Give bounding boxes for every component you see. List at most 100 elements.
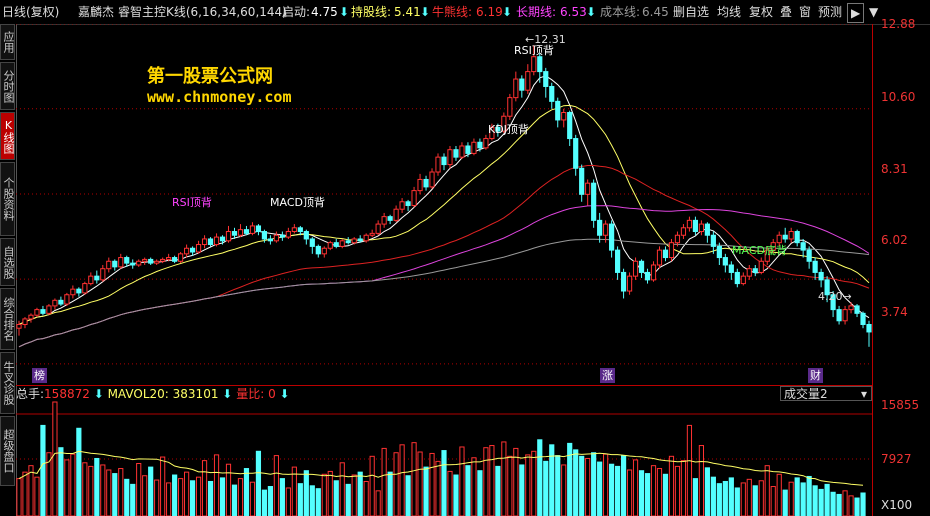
candle-body <box>201 238 208 246</box>
kline-chart[interactable] <box>16 24 872 516</box>
volume-bar <box>52 401 58 516</box>
volume-bar <box>770 486 776 516</box>
volume-bar <box>231 484 238 516</box>
event-mark-mid[interactable]: 涨 <box>600 368 615 383</box>
candle-body <box>698 223 704 233</box>
ratio-value: 0 <box>268 387 276 401</box>
adjust-button[interactable]: 复权 <box>746 3 776 21</box>
volume-bar <box>585 457 591 516</box>
candle-body <box>597 219 603 236</box>
candle-body <box>423 178 429 188</box>
nav-arrow-icon[interactable]: ▶ <box>847 3 865 23</box>
candle-body <box>626 275 633 292</box>
volume-bar <box>16 478 22 516</box>
candle-body <box>668 242 675 259</box>
total-label: 总手: <box>16 387 45 401</box>
overlay-button[interactable]: 叠 <box>777 3 795 21</box>
ma-line-6 <box>18 75 870 325</box>
candle-body <box>477 141 483 149</box>
volume-bar <box>668 455 675 516</box>
long-arrow-icon: ⬇ <box>586 5 597 19</box>
volume-bar <box>76 427 82 516</box>
volume-bar <box>746 478 752 516</box>
event-mark-right[interactable]: 财 <box>808 368 823 383</box>
candle-body <box>483 138 489 149</box>
start-label: 启动: <box>282 5 311 19</box>
volume-bar <box>656 468 663 516</box>
tab-stock-profile[interactable]: 个股资料 <box>0 162 15 236</box>
candle-body <box>567 112 573 140</box>
volume-bar <box>842 490 848 516</box>
del-watchlist-button[interactable]: 删自选 <box>670 3 712 21</box>
ma-button[interactable]: 均线 <box>714 3 744 21</box>
candle-body <box>417 178 423 192</box>
price-axis: 12.88 10.60 8.31 6.02 3.74 15855 7927 X1… <box>872 17 930 516</box>
candle-body <box>752 268 758 273</box>
volume-tick: 7927 <box>881 452 912 466</box>
candle-body <box>381 216 387 225</box>
candle-body <box>285 231 291 238</box>
candle-body <box>106 260 112 270</box>
candle-body <box>836 309 842 322</box>
window-button[interactable]: 窗 <box>796 3 814 21</box>
candle-body <box>291 227 297 233</box>
tab-intraday[interactable]: 分时图 <box>0 62 15 110</box>
volume-bar <box>758 480 764 516</box>
candle-body <box>94 275 100 281</box>
ratio-arrow-icon: ⬇ <box>279 387 290 401</box>
tab-kline[interactable]: K线图 <box>0 112 15 160</box>
candle-body <box>46 305 52 314</box>
candle-body <box>207 238 214 246</box>
bull-label: 牛熊线: <box>432 5 473 19</box>
tab-diagnosis[interactable]: 牛叉诊股 <box>0 352 15 414</box>
candle-body <box>303 231 309 240</box>
start-arrow-icon: ⬇ <box>339 5 350 19</box>
event-mark-left[interactable]: 榜 <box>32 368 47 383</box>
candle-body <box>88 275 94 285</box>
volume-bar <box>423 466 429 516</box>
volume-bar <box>800 482 806 516</box>
hold-label: 持股线: <box>351 5 392 19</box>
candle-body <box>82 283 88 294</box>
mavol-value: 383101 <box>172 387 219 401</box>
rsi-top-annotation: RSI顶背 <box>172 196 212 209</box>
volume-bar <box>249 481 256 516</box>
volume-bar <box>207 480 214 516</box>
volume-bar <box>686 424 693 516</box>
candle-body <box>555 100 561 121</box>
volume-bar <box>543 460 549 516</box>
candle-body <box>543 71 549 87</box>
period-label[interactable]: 日线(复权) <box>2 0 59 24</box>
candle-body <box>459 145 465 158</box>
candle-body <box>579 167 585 195</box>
volume-bar <box>178 478 184 516</box>
volume-bar <box>375 490 381 516</box>
volume-bar <box>303 470 309 516</box>
ma-line-16 <box>18 104 870 325</box>
volume-bar <box>501 441 507 516</box>
tab-super-panel[interactable]: 超级盘口 <box>0 416 15 486</box>
forecast-button[interactable]: 预测 <box>815 3 845 21</box>
volume-bar <box>112 473 118 516</box>
volume-bar <box>626 469 633 516</box>
candle-body <box>166 257 172 260</box>
candle-body <box>172 257 178 262</box>
tab-watchlist[interactable]: 自选股 <box>0 238 15 286</box>
volume-bar <box>100 464 106 516</box>
tab-apps[interactable]: 应用 <box>0 24 15 60</box>
menu-dropdown-icon[interactable]: ▼ <box>866 3 881 21</box>
tab-ranking[interactable]: 综合排名 <box>0 288 15 350</box>
volume-bar <box>255 450 262 516</box>
candle-body <box>806 249 812 262</box>
candle-body <box>219 236 226 242</box>
volume-bar <box>561 464 567 516</box>
candle-body <box>812 260 818 273</box>
volume-bar <box>411 442 417 516</box>
candle-body <box>573 138 579 169</box>
candle-body <box>405 201 411 206</box>
volume-bar <box>531 450 537 516</box>
candle-body <box>603 223 609 236</box>
volume-bar <box>806 475 812 516</box>
volume-bar <box>243 468 250 516</box>
volume-indicator-select[interactable]: 成交量2 ▾ <box>780 386 872 401</box>
